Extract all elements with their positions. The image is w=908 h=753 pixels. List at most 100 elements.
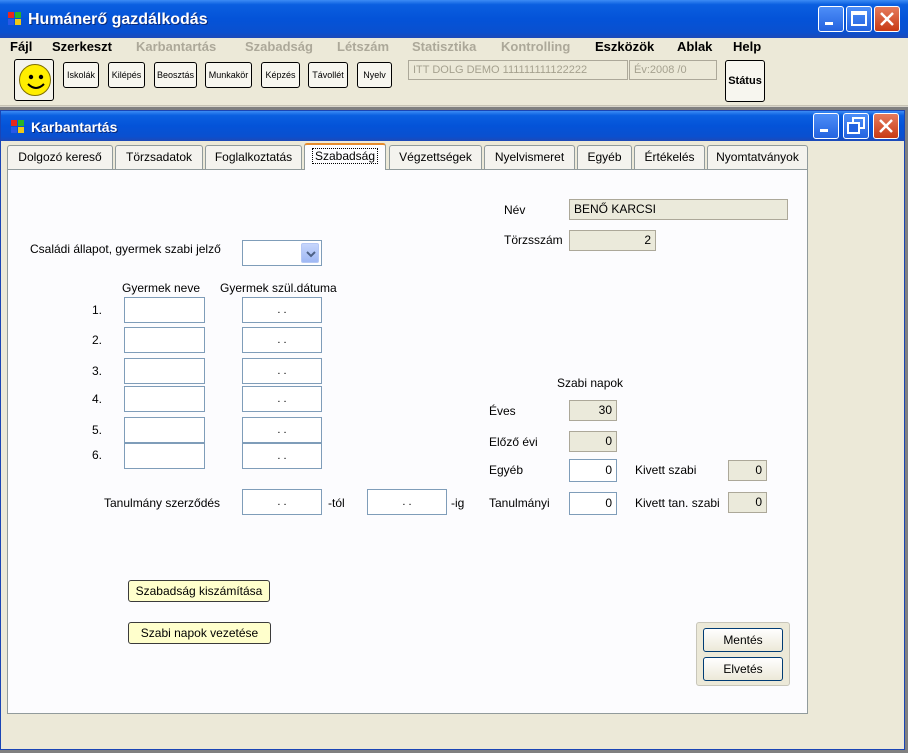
tab-egyeb[interactable]: Egyéb xyxy=(577,145,632,169)
gyermek-szuldatum-input[interactable]: . . xyxy=(242,417,322,443)
menu-statisztika[interactable]: Statisztika xyxy=(412,38,476,55)
gyermek-nev-input[interactable] xyxy=(124,386,205,412)
tol-label: -tól xyxy=(328,496,345,510)
eves-label: Éves xyxy=(489,404,516,418)
nyelv-button[interactable]: Nyelv xyxy=(357,62,392,88)
child-row-num: 5. xyxy=(92,423,103,437)
tanulmanyi-label: Tanulmányi xyxy=(489,496,550,510)
restore-icon xyxy=(847,117,865,134)
child-minimize-button[interactable] xyxy=(813,113,839,139)
close-icon xyxy=(879,119,893,133)
gyermek-szuldatum-input[interactable]: . . xyxy=(242,386,322,412)
torzsszam-field: 2 xyxy=(569,230,656,251)
gyermek-nev-input[interactable] xyxy=(124,297,205,323)
tanulmany-szerzodes-label: Tanulmány szerződés xyxy=(104,496,221,510)
tab-ertekeles[interactable]: Értékelés xyxy=(634,145,705,169)
minimize-icon xyxy=(825,22,833,25)
tanulmany-ig-input[interactable]: . . xyxy=(367,489,447,515)
tab-szabadsag[interactable]: Szabadság xyxy=(304,143,386,170)
nev-field: BENŐ KARCSI xyxy=(569,199,788,220)
close-icon xyxy=(880,12,894,26)
tavollet-button[interactable]: Távollét xyxy=(308,62,348,88)
menu-bar: Fájl Szerkeszt Karbantartás Szabadság Lé… xyxy=(0,38,908,56)
gyermek-neve-header: Gyermek neve xyxy=(122,281,201,295)
tab-dolgozo-kereso[interactable]: Dolgozó kereső xyxy=(7,145,113,169)
child-row-num: 3. xyxy=(92,364,103,378)
elozo-evi-label: Előző évi xyxy=(489,435,538,449)
dropdown-arrow-button[interactable] xyxy=(301,243,319,263)
gyermek-szuldatum-input[interactable]: . . xyxy=(242,327,322,353)
menu-letszam[interactable]: Létszám xyxy=(337,38,389,55)
egyeb-input[interactable]: 0 xyxy=(569,459,617,482)
kivett-tan-szabi-field: 0 xyxy=(728,492,767,513)
ig-label: -ig xyxy=(451,496,465,510)
iskolak-button[interactable]: Iskolák xyxy=(63,62,99,88)
szabi-napok-vezetese-button[interactable]: Szabi napok vezetése xyxy=(128,622,271,644)
gyermek-nev-input[interactable] xyxy=(124,417,205,443)
minimize-button[interactable] xyxy=(818,6,844,32)
app-title: Humánerő gazdálkodás xyxy=(28,11,208,28)
kivett-szabi-label: Kivett szabi xyxy=(635,463,697,477)
close-button[interactable] xyxy=(874,6,900,32)
save-discard-group: Mentés Elvetés xyxy=(696,622,790,686)
egyeb-label: Egyéb xyxy=(489,463,524,477)
csaladi-allapot-label: Családi állapot, gyermek szabi jelző xyxy=(30,242,221,256)
gyermek-nev-input[interactable] xyxy=(124,327,205,353)
status-button[interactable]: Státus xyxy=(725,60,765,102)
kilepes-button[interactable]: Kilépés xyxy=(108,62,145,88)
gyermek-nev-input[interactable] xyxy=(124,443,205,469)
kepzes-button[interactable]: Képzés xyxy=(261,62,300,88)
maximize-icon xyxy=(851,11,867,26)
kivett-szabi-field: 0 xyxy=(728,460,767,481)
elvetes-button[interactable]: Elvetés xyxy=(703,657,783,681)
tab-foglalkoztatas[interactable]: Foglalkoztatás xyxy=(205,145,302,169)
torzsszam-label: Törzsszám xyxy=(504,233,563,247)
child-close-button[interactable] xyxy=(873,113,899,139)
child-restore-button[interactable] xyxy=(843,113,869,139)
beosztas-button[interactable]: Beosztás xyxy=(154,62,197,88)
tab-nyelvismeret[interactable]: Nyelvismeret xyxy=(484,145,575,169)
app-title-bar[interactable]: Humánerő gazdálkodás xyxy=(0,0,908,38)
tab-torzsadatok[interactable]: Törzsadatok xyxy=(115,145,203,169)
elozo-evi-field: 0 xyxy=(569,431,617,452)
app-icon xyxy=(8,12,22,26)
smiley-icon xyxy=(19,64,51,96)
gyermek-szuldatum-input[interactable]: . . xyxy=(242,358,322,384)
year-field: Év:2008 /0 xyxy=(629,60,717,80)
gyermek-nev-input[interactable] xyxy=(124,358,205,384)
gyermek-szuldatum-input[interactable]: . . xyxy=(242,443,322,469)
child-app-icon xyxy=(11,120,25,134)
mentes-button[interactable]: Mentés xyxy=(703,628,783,652)
minimize-icon xyxy=(820,129,828,132)
menu-help[interactable]: Help xyxy=(733,38,761,55)
menu-kontrolling[interactable]: Kontrolling xyxy=(501,38,570,55)
munkakor-button[interactable]: Munkakör xyxy=(205,62,252,88)
child-row-num: 6. xyxy=(92,448,103,462)
menu-eszkozok[interactable]: Eszközök xyxy=(595,38,654,55)
csaladi-allapot-dropdown[interactable] xyxy=(242,240,322,266)
karbantartas-window: Karbantartás Dolgozó kereső Törzsadatok … xyxy=(0,110,905,750)
gyermek-szuldatum-header: Gyermek szül.dátuma xyxy=(220,281,337,295)
gyermek-szuldatum-input[interactable]: . . xyxy=(242,297,322,323)
menu-karbantartas[interactable]: Karbantartás xyxy=(136,38,216,55)
tanulmany-tol-input[interactable]: . . xyxy=(242,489,322,515)
tab-nyomtatvanyok[interactable]: Nyomtatványok xyxy=(707,145,808,169)
smiley-button[interactable] xyxy=(14,59,54,101)
tab-vegzettsegek[interactable]: Végzettségek xyxy=(389,145,482,169)
toolbar: Iskolák Kilépés Beosztás Munkakör Képzés… xyxy=(0,56,908,106)
kivett-tan-szabi-label: Kivett tan. szabi xyxy=(635,496,720,510)
menu-szabadsag[interactable]: Szabadság xyxy=(245,38,313,55)
database-name-field: ITT DOLG DEMO 111111111122222 xyxy=(408,60,628,80)
maximize-button[interactable] xyxy=(846,6,872,32)
tanulmanyi-input[interactable]: 0 xyxy=(569,492,617,515)
eves-field: 30 xyxy=(569,400,617,421)
child-title-bar[interactable]: Karbantartás xyxy=(1,111,904,141)
child-row-num: 2. xyxy=(92,333,103,347)
szabadsag-kiszamitasa-button[interactable]: Szabadság kiszámítása xyxy=(128,580,270,602)
menu-ablak[interactable]: Ablak xyxy=(677,38,712,55)
menu-fajl[interactable]: Fájl xyxy=(10,38,32,55)
menu-szerkeszt[interactable]: Szerkeszt xyxy=(52,38,112,55)
szabi-napok-header: Szabi napok xyxy=(557,376,624,390)
child-title: Karbantartás xyxy=(31,119,118,135)
szabadsag-panel: Név BENŐ KARCSI Törzsszám 2 Családi álla… xyxy=(7,169,808,714)
